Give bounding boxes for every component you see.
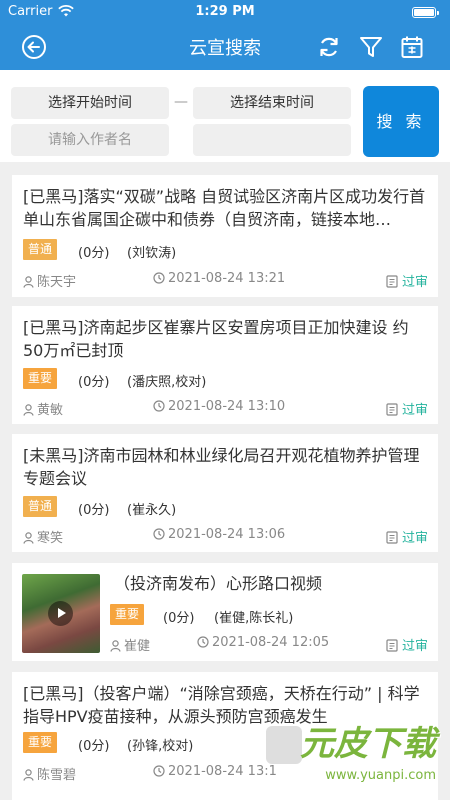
article-time: 2021-08-24 13:10 [153,399,285,414]
article-title: [已黑马]落实“双碳”战略 自贸试验区济南片区成功发行首单山东省属国企碳中和债券… [23,187,426,229]
article-card[interactable]: [已黑马]济南起步区崔寨片区安置房项目正加快建设 约50万㎡已封顶 重要 (0分… [12,306,438,424]
article-score: (0分) [78,739,110,754]
document-icon [386,531,398,544]
article-card[interactable]: [已黑马]落实“双碳”战略 自贸试验区济南片区成功发行首单山东省属国企碳中和债券… [12,175,438,297]
article-editors: (潘庆照,校对) [127,375,207,390]
article-author: 崔健 [110,635,150,654]
search-panel: 选择开始时间 — 选择结束时间 请输入作者名 搜 索 [0,70,450,162]
end-time-picker[interactable]: 选择结束时间 [193,87,351,119]
datetime-text: 2021-08-24 13:21 [168,271,286,286]
refresh-icon[interactable] [316,34,342,60]
article-score: (0分) [78,503,110,518]
review-status: 过审 [386,527,428,546]
clock-icon [153,400,165,412]
status-bar: Carrier 1:29 PM [0,0,450,24]
document-icon [386,639,398,652]
article-time: 2021-08-24 13:06 [153,527,285,542]
person-icon [23,404,34,416]
article-score: (0分) [78,246,110,261]
priority-tag: 普通 [23,239,57,260]
status-text: 过审 [401,275,428,290]
author-name: 黄敏 [37,403,64,418]
datetime-text: 2021-08-24 12:05 [212,635,330,650]
clock-time: 1:29 PM [195,4,255,19]
article-editors: (崔永久) [127,503,177,518]
priority-tag: 重要 [110,604,144,625]
clock-icon [153,272,165,284]
video-thumbnail[interactable] [22,574,100,653]
article-editors: (刘钦涛) [127,246,177,261]
search-button[interactable]: 搜 索 [363,86,439,157]
article-time: 2021-08-24 13:1 [153,764,277,779]
filter-funnel-icon[interactable] [358,34,384,60]
article-card[interactable]: （投济南发布）心形路口视频 重要 (0分) (崔健,陈长礼) 崔健 2021-0… [12,563,438,661]
article-score: (0分) [78,375,110,390]
extra-filter-field[interactable] [193,124,351,156]
author-name: 陈天宇 [37,275,77,290]
priority-tag: 重要 [23,368,57,389]
person-icon [23,769,34,781]
article-editors: (崔健,陈长礼) [214,611,294,626]
article-time: 2021-08-24 13:21 [153,271,285,286]
document-icon [386,275,398,288]
battery-icon [412,7,439,18]
review-status: 过审 [386,635,428,654]
person-icon [110,640,121,652]
clock-icon [153,765,165,777]
person-icon [23,532,34,544]
article-author: 寒笑 [23,527,63,546]
author-name: 崔健 [124,639,151,654]
document-icon [386,403,398,416]
article-card[interactable]: [未黑马]济南市园林和林业绿化局召开观花植物养护管理专题会议 普通 (0分) (… [12,434,438,552]
status-text: 过审 [401,403,428,418]
article-editors: (孙锋,校对) [127,739,194,754]
watermark-logo: 元皮下载 [300,724,436,764]
review-status: 过审 [386,271,428,290]
start-time-picker[interactable]: 选择开始时间 [11,87,169,119]
article-time: 2021-08-24 12:05 [197,635,329,650]
article-title: [未黑马]济南市园林和林业绿化局召开观花植物养护管理专题会议 [23,446,420,488]
play-icon[interactable] [48,601,73,626]
range-separator: — [174,94,188,110]
article-author: 黄敏 [23,399,63,418]
watermark-url: www.yuanpi.com [325,768,436,783]
clock-icon [153,528,165,540]
person-icon [23,276,34,288]
status-text: 过审 [401,531,428,546]
clock-icon [197,636,209,648]
article-title: （投济南发布）心形路口视频 [114,574,323,593]
review-status: 过审 [386,399,428,418]
author-name: 寒笑 [37,531,64,546]
article-title: [已黑马]济南起步区崔寨片区安置房项目正加快建设 约50万㎡已封顶 [23,318,409,360]
datetime-text: 2021-08-24 13:10 [168,399,286,414]
status-text: 过审 [401,639,428,654]
article-score: (0分) [163,611,195,626]
article-author: 陈天宇 [23,271,76,290]
article-author: 陈雪碧 [23,764,76,783]
datetime-text: 2021-08-24 13:1 [168,764,277,779]
author-input[interactable]: 请输入作者名 [11,124,169,156]
datetime-text: 2021-08-24 13:06 [168,527,286,542]
calendar-icon[interactable] [399,34,425,60]
author-name: 陈雪碧 [37,768,77,783]
priority-tag: 重要 [23,732,57,753]
priority-tag: 普通 [23,496,57,517]
nav-bar: 云宣搜索 [0,24,450,70]
watermark: 元皮下载 www.yuanpi.com [266,718,450,800]
